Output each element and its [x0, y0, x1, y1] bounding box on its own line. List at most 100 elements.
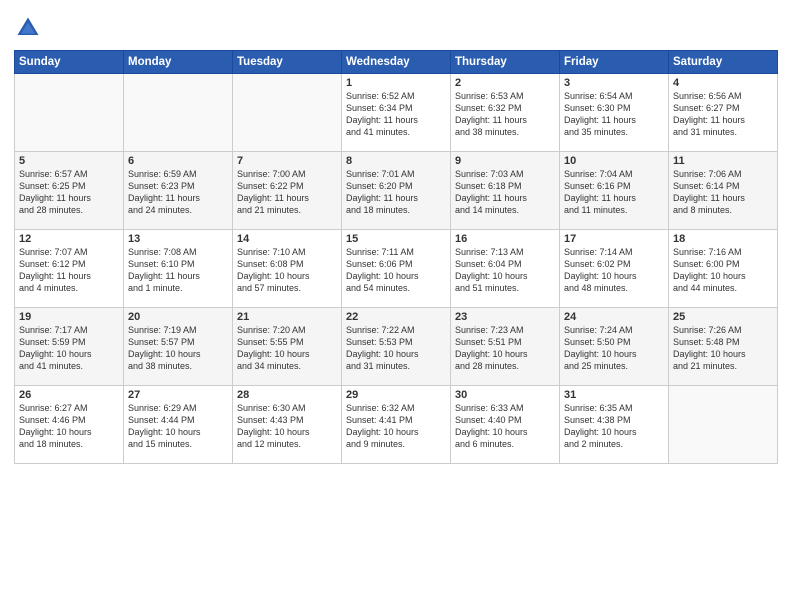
weekday-header-thursday: Thursday — [451, 51, 560, 74]
day-info: Sunrise: 7:01 AM Sunset: 6:20 PM Dayligh… — [346, 168, 446, 217]
calendar-cell: 24Sunrise: 7:24 AM Sunset: 5:50 PM Dayli… — [560, 308, 669, 386]
weekday-header-wednesday: Wednesday — [342, 51, 451, 74]
day-number: 24 — [564, 311, 664, 323]
day-info: Sunrise: 7:10 AM Sunset: 6:08 PM Dayligh… — [237, 246, 337, 295]
day-info: Sunrise: 6:57 AM Sunset: 6:25 PM Dayligh… — [19, 168, 119, 217]
calendar-cell: 3Sunrise: 6:54 AM Sunset: 6:30 PM Daylig… — [560, 74, 669, 152]
day-info: Sunrise: 6:29 AM Sunset: 4:44 PM Dayligh… — [128, 402, 228, 451]
calendar-cell: 15Sunrise: 7:11 AM Sunset: 6:06 PM Dayli… — [342, 230, 451, 308]
day-number: 11 — [673, 155, 773, 167]
calendar-cell: 1Sunrise: 6:52 AM Sunset: 6:34 PM Daylig… — [342, 74, 451, 152]
calendar-cell — [124, 74, 233, 152]
day-number: 19 — [19, 311, 119, 323]
calendar-cell: 5Sunrise: 6:57 AM Sunset: 6:25 PM Daylig… — [15, 152, 124, 230]
day-number: 16 — [455, 233, 555, 245]
day-number: 31 — [564, 389, 664, 401]
day-number: 25 — [673, 311, 773, 323]
day-number: 30 — [455, 389, 555, 401]
calendar-cell: 12Sunrise: 7:07 AM Sunset: 6:12 PM Dayli… — [15, 230, 124, 308]
day-number: 14 — [237, 233, 337, 245]
calendar-week-row: 5Sunrise: 6:57 AM Sunset: 6:25 PM Daylig… — [15, 152, 778, 230]
day-info: Sunrise: 7:22 AM Sunset: 5:53 PM Dayligh… — [346, 324, 446, 373]
day-info: Sunrise: 7:23 AM Sunset: 5:51 PM Dayligh… — [455, 324, 555, 373]
day-number: 18 — [673, 233, 773, 245]
day-info: Sunrise: 7:14 AM Sunset: 6:02 PM Dayligh… — [564, 246, 664, 295]
day-number: 6 — [128, 155, 228, 167]
calendar-cell: 20Sunrise: 7:19 AM Sunset: 5:57 PM Dayli… — [124, 308, 233, 386]
calendar-week-row: 19Sunrise: 7:17 AM Sunset: 5:59 PM Dayli… — [15, 308, 778, 386]
day-number: 1 — [346, 77, 446, 89]
day-info: Sunrise: 7:17 AM Sunset: 5:59 PM Dayligh… — [19, 324, 119, 373]
day-info: Sunrise: 7:06 AM Sunset: 6:14 PM Dayligh… — [673, 168, 773, 217]
day-info: Sunrise: 6:53 AM Sunset: 6:32 PM Dayligh… — [455, 90, 555, 139]
logo — [14, 14, 45, 42]
day-info: Sunrise: 6:59 AM Sunset: 6:23 PM Dayligh… — [128, 168, 228, 217]
day-number: 15 — [346, 233, 446, 245]
day-info: Sunrise: 7:20 AM Sunset: 5:55 PM Dayligh… — [237, 324, 337, 373]
calendar-cell: 4Sunrise: 6:56 AM Sunset: 6:27 PM Daylig… — [669, 74, 778, 152]
page: SundayMondayTuesdayWednesdayThursdayFrid… — [0, 0, 792, 612]
day-info: Sunrise: 6:32 AM Sunset: 4:41 PM Dayligh… — [346, 402, 446, 451]
calendar-cell: 23Sunrise: 7:23 AM Sunset: 5:51 PM Dayli… — [451, 308, 560, 386]
weekday-header-friday: Friday — [560, 51, 669, 74]
day-info: Sunrise: 7:00 AM Sunset: 6:22 PM Dayligh… — [237, 168, 337, 217]
day-number: 27 — [128, 389, 228, 401]
day-number: 13 — [128, 233, 228, 245]
day-number: 2 — [455, 77, 555, 89]
calendar-cell: 14Sunrise: 7:10 AM Sunset: 6:08 PM Dayli… — [233, 230, 342, 308]
day-info: Sunrise: 7:26 AM Sunset: 5:48 PM Dayligh… — [673, 324, 773, 373]
day-info: Sunrise: 6:56 AM Sunset: 6:27 PM Dayligh… — [673, 90, 773, 139]
day-number: 7 — [237, 155, 337, 167]
calendar-cell: 19Sunrise: 7:17 AM Sunset: 5:59 PM Dayli… — [15, 308, 124, 386]
day-number: 8 — [346, 155, 446, 167]
day-number: 9 — [455, 155, 555, 167]
day-info: Sunrise: 7:11 AM Sunset: 6:06 PM Dayligh… — [346, 246, 446, 295]
day-info: Sunrise: 6:35 AM Sunset: 4:38 PM Dayligh… — [564, 402, 664, 451]
calendar-cell: 16Sunrise: 7:13 AM Sunset: 6:04 PM Dayli… — [451, 230, 560, 308]
calendar-cell: 25Sunrise: 7:26 AM Sunset: 5:48 PM Dayli… — [669, 308, 778, 386]
day-number: 28 — [237, 389, 337, 401]
day-number: 21 — [237, 311, 337, 323]
day-number: 22 — [346, 311, 446, 323]
calendar-cell: 11Sunrise: 7:06 AM Sunset: 6:14 PM Dayli… — [669, 152, 778, 230]
day-info: Sunrise: 7:08 AM Sunset: 6:10 PM Dayligh… — [128, 246, 228, 295]
weekday-header-row: SundayMondayTuesdayWednesdayThursdayFrid… — [15, 51, 778, 74]
calendar-cell: 8Sunrise: 7:01 AM Sunset: 6:20 PM Daylig… — [342, 152, 451, 230]
day-info: Sunrise: 6:52 AM Sunset: 6:34 PM Dayligh… — [346, 90, 446, 139]
day-number: 23 — [455, 311, 555, 323]
day-number: 12 — [19, 233, 119, 245]
calendar-cell: 30Sunrise: 6:33 AM Sunset: 4:40 PM Dayli… — [451, 386, 560, 464]
day-info: Sunrise: 6:27 AM Sunset: 4:46 PM Dayligh… — [19, 402, 119, 451]
calendar-cell: 28Sunrise: 6:30 AM Sunset: 4:43 PM Dayli… — [233, 386, 342, 464]
day-number: 3 — [564, 77, 664, 89]
day-info: Sunrise: 7:24 AM Sunset: 5:50 PM Dayligh… — [564, 324, 664, 373]
day-info: Sunrise: 7:16 AM Sunset: 6:00 PM Dayligh… — [673, 246, 773, 295]
calendar-cell — [233, 74, 342, 152]
day-info: Sunrise: 6:33 AM Sunset: 4:40 PM Dayligh… — [455, 402, 555, 451]
day-info: Sunrise: 6:54 AM Sunset: 6:30 PM Dayligh… — [564, 90, 664, 139]
calendar-cell — [15, 74, 124, 152]
day-info: Sunrise: 7:04 AM Sunset: 6:16 PM Dayligh… — [564, 168, 664, 217]
calendar-cell: 27Sunrise: 6:29 AM Sunset: 4:44 PM Dayli… — [124, 386, 233, 464]
calendar-cell: 17Sunrise: 7:14 AM Sunset: 6:02 PM Dayli… — [560, 230, 669, 308]
weekday-header-saturday: Saturday — [669, 51, 778, 74]
calendar-cell: 31Sunrise: 6:35 AM Sunset: 4:38 PM Dayli… — [560, 386, 669, 464]
day-number: 5 — [19, 155, 119, 167]
calendar-cell: 22Sunrise: 7:22 AM Sunset: 5:53 PM Dayli… — [342, 308, 451, 386]
day-info: Sunrise: 7:07 AM Sunset: 6:12 PM Dayligh… — [19, 246, 119, 295]
calendar-cell: 9Sunrise: 7:03 AM Sunset: 6:18 PM Daylig… — [451, 152, 560, 230]
calendar-cell: 26Sunrise: 6:27 AM Sunset: 4:46 PM Dayli… — [15, 386, 124, 464]
weekday-header-tuesday: Tuesday — [233, 51, 342, 74]
day-number: 17 — [564, 233, 664, 245]
header — [14, 10, 778, 42]
calendar-week-row: 12Sunrise: 7:07 AM Sunset: 6:12 PM Dayli… — [15, 230, 778, 308]
calendar-table: SundayMondayTuesdayWednesdayThursdayFrid… — [14, 50, 778, 464]
day-number: 29 — [346, 389, 446, 401]
calendar-cell: 29Sunrise: 6:32 AM Sunset: 4:41 PM Dayli… — [342, 386, 451, 464]
calendar-cell: 6Sunrise: 6:59 AM Sunset: 6:23 PM Daylig… — [124, 152, 233, 230]
calendar-week-row: 26Sunrise: 6:27 AM Sunset: 4:46 PM Dayli… — [15, 386, 778, 464]
day-info: Sunrise: 7:19 AM Sunset: 5:57 PM Dayligh… — [128, 324, 228, 373]
day-number: 4 — [673, 77, 773, 89]
calendar-cell — [669, 386, 778, 464]
weekday-header-sunday: Sunday — [15, 51, 124, 74]
